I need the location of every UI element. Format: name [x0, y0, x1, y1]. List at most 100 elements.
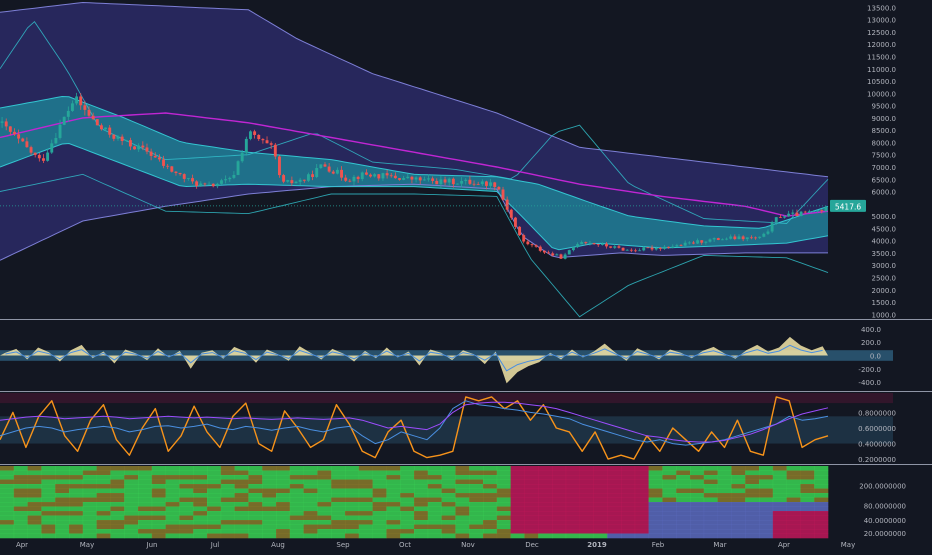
heatmap-cell — [289, 502, 304, 507]
heatmap-cell — [414, 479, 429, 485]
heatmap-cell — [441, 533, 456, 539]
heatmap-cell — [745, 529, 760, 534]
candle-body — [116, 136, 120, 139]
heatmap-cell — [110, 506, 125, 512]
heatmap-cell — [759, 475, 774, 480]
heatmap-cell — [179, 533, 194, 539]
candle-body — [708, 239, 712, 242]
heatmap-cell — [496, 475, 511, 480]
heatmap-cell — [690, 488, 705, 494]
oscillator-2-zone — [0, 416, 893, 444]
heatmap-cell — [345, 533, 360, 539]
heatmap-cell — [800, 470, 815, 476]
heatmap-cell — [483, 497, 498, 503]
heatmap-cell — [552, 466, 567, 471]
heatmap-cell — [634, 479, 649, 485]
heatmap-cell — [593, 466, 608, 471]
heatmap-cell — [248, 493, 263, 498]
candle-body — [33, 152, 37, 155]
heatmap-cell — [814, 497, 829, 503]
heatmap-cell — [524, 475, 539, 480]
heatmap-cell — [565, 529, 580, 534]
heatmap-cell — [634, 520, 649, 525]
time-tick-label: Aug — [271, 541, 285, 549]
candle-body — [13, 131, 16, 135]
heatmap-cell — [579, 515, 594, 521]
heatmap-cell — [786, 533, 801, 539]
heatmap-cell — [524, 524, 539, 530]
candle-body — [182, 174, 186, 179]
heatmap-cell — [593, 511, 608, 516]
heatmap-cell — [110, 466, 125, 471]
heatmap-cell — [621, 511, 636, 516]
heatmap-cell — [703, 515, 718, 521]
time-tick-label: Mar — [713, 541, 726, 549]
heatmap-cell — [193, 479, 208, 485]
heatmap-cell — [289, 475, 304, 480]
candle-body — [195, 181, 199, 186]
heatmap-cell — [248, 484, 263, 489]
heatmap-cell — [207, 511, 222, 516]
candle-body — [203, 183, 207, 185]
candle-body — [451, 178, 455, 185]
heatmap-cell — [110, 524, 125, 530]
candle-body — [435, 180, 439, 185]
candle-body — [327, 166, 331, 172]
candle-body — [741, 236, 745, 240]
candle-body — [791, 212, 795, 214]
candle-body — [124, 140, 128, 141]
heatmap-cell — [400, 479, 415, 485]
heatmap-cell — [276, 533, 291, 539]
candle-body — [720, 239, 724, 241]
time-tick-label: Apr — [16, 541, 28, 549]
heatmap-cell — [552, 475, 567, 480]
heatmap-cell — [483, 529, 498, 534]
heatmap-cell — [634, 488, 649, 494]
heatmap-cell — [593, 529, 608, 534]
heatmap-cell — [13, 479, 28, 485]
heatmap-cell — [289, 520, 304, 525]
candle-body — [406, 176, 410, 179]
heatmap-cell — [82, 470, 97, 476]
heatmap-cell — [745, 488, 760, 494]
heatmap-cell — [662, 515, 677, 521]
heatmap-cell — [165, 470, 180, 476]
heatmap-cell — [483, 484, 498, 489]
heatmap-cell — [717, 529, 732, 534]
heatmap-cell — [565, 506, 580, 512]
heatmap-cell — [786, 475, 801, 480]
candle-body — [605, 243, 608, 247]
heatmap-cell — [510, 484, 525, 489]
heatmap-cell — [234, 466, 249, 471]
heatmap-cell — [13, 470, 28, 476]
heatmap-cell — [621, 529, 636, 534]
heatmap-cell — [814, 515, 829, 521]
candle-body — [335, 169, 339, 174]
heatmap-cell — [676, 520, 691, 525]
heatmap-cell — [759, 506, 774, 512]
heatmap-cell — [455, 493, 470, 498]
candle-body — [696, 240, 700, 244]
candle-body — [749, 237, 753, 239]
heatmap-cell — [41, 502, 56, 507]
heatmap-cell — [138, 515, 153, 521]
heatmap-cell — [538, 529, 553, 534]
heatmap-cell — [814, 502, 829, 507]
heatmap-cell — [483, 493, 498, 498]
heatmap-cell — [179, 497, 194, 503]
time-tick-label: Apr — [778, 541, 790, 549]
heatmap-cell — [331, 470, 346, 476]
heatmap-cell — [496, 479, 511, 485]
heatmap-cell — [41, 511, 56, 516]
heatmap-cell — [538, 479, 553, 485]
heatmap-cell — [303, 529, 318, 534]
price-tick-label: 7000.0 — [872, 164, 897, 172]
heatmap-cell — [538, 506, 553, 512]
heatmap-cell — [455, 515, 470, 521]
candle-body — [4, 121, 8, 127]
heatmap-cell — [621, 493, 636, 498]
osc2-tick-label: 0.4000000 — [858, 441, 896, 449]
heatmap-cell — [800, 466, 815, 471]
heatmap-cell — [82, 466, 97, 471]
chart-canvas[interactable]: 5417.6 13500.0 13000.0 12500.0 12000.0 11500.… — [0, 0, 932, 550]
